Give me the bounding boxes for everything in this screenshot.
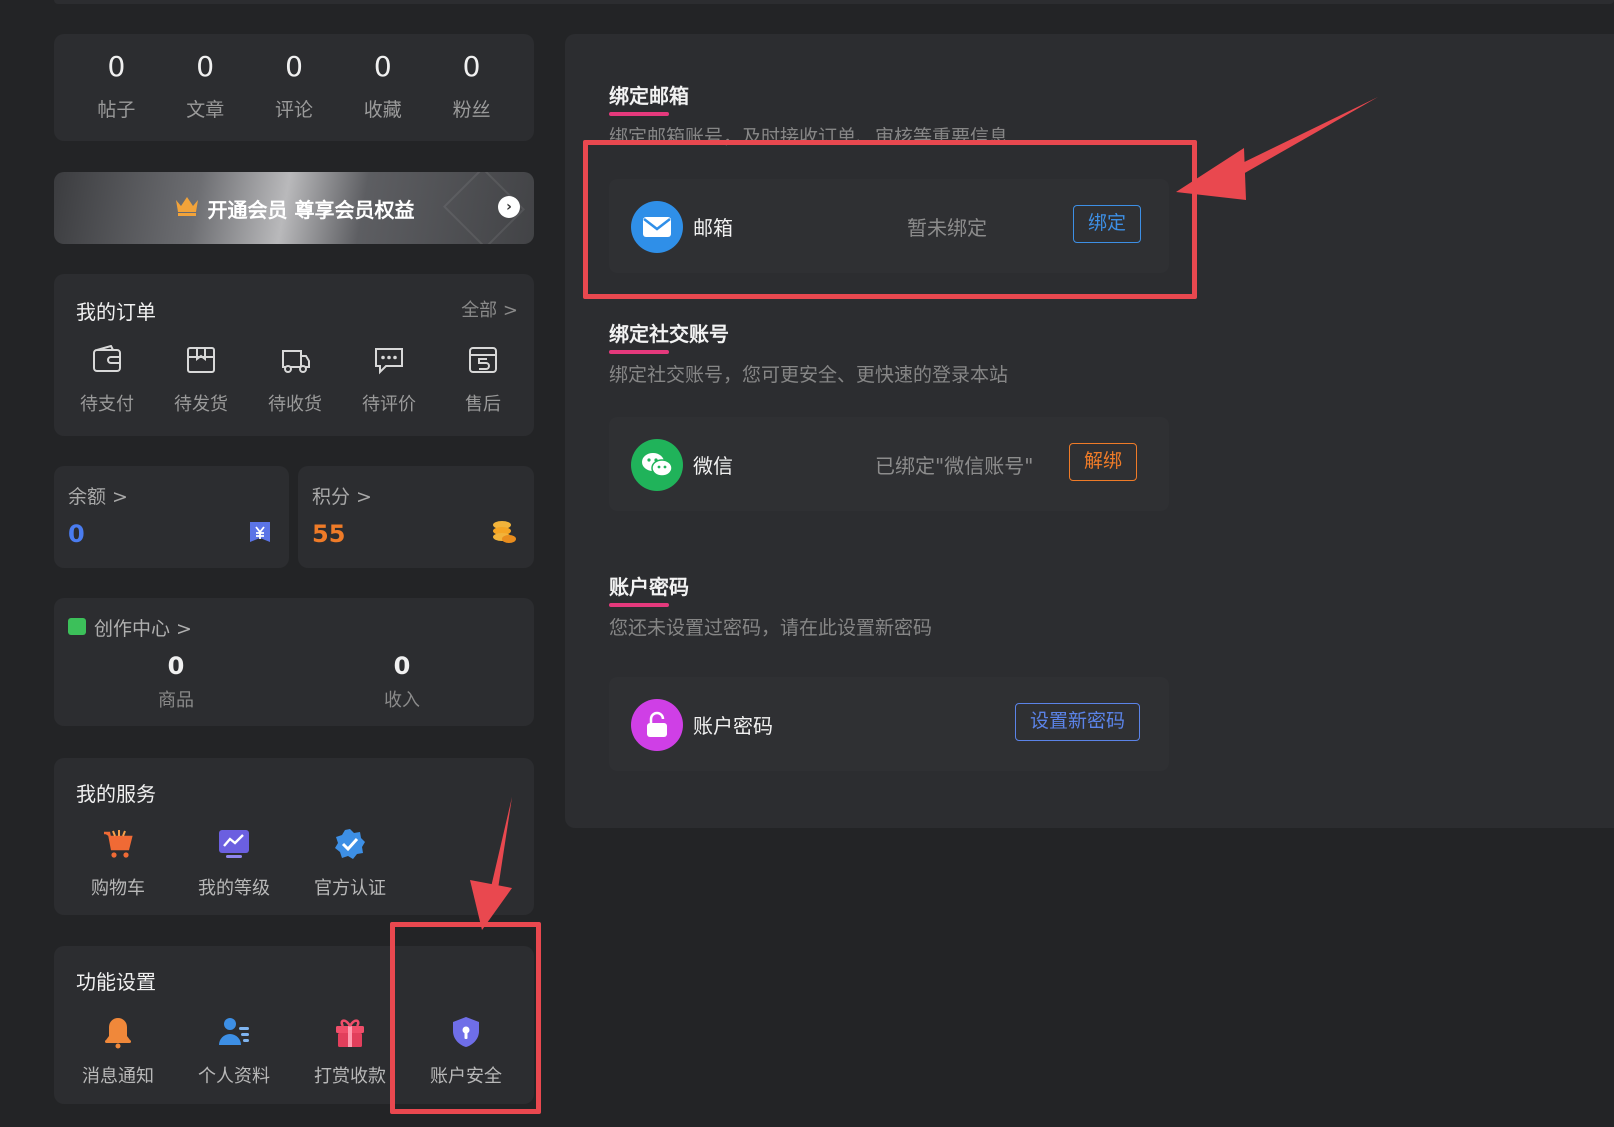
arrow-head-bottom: [470, 880, 512, 930]
annotation-arrows: [470, 97, 1378, 930]
arrow-line-right: [1232, 97, 1378, 178]
arrow-head-right: [1176, 148, 1246, 200]
